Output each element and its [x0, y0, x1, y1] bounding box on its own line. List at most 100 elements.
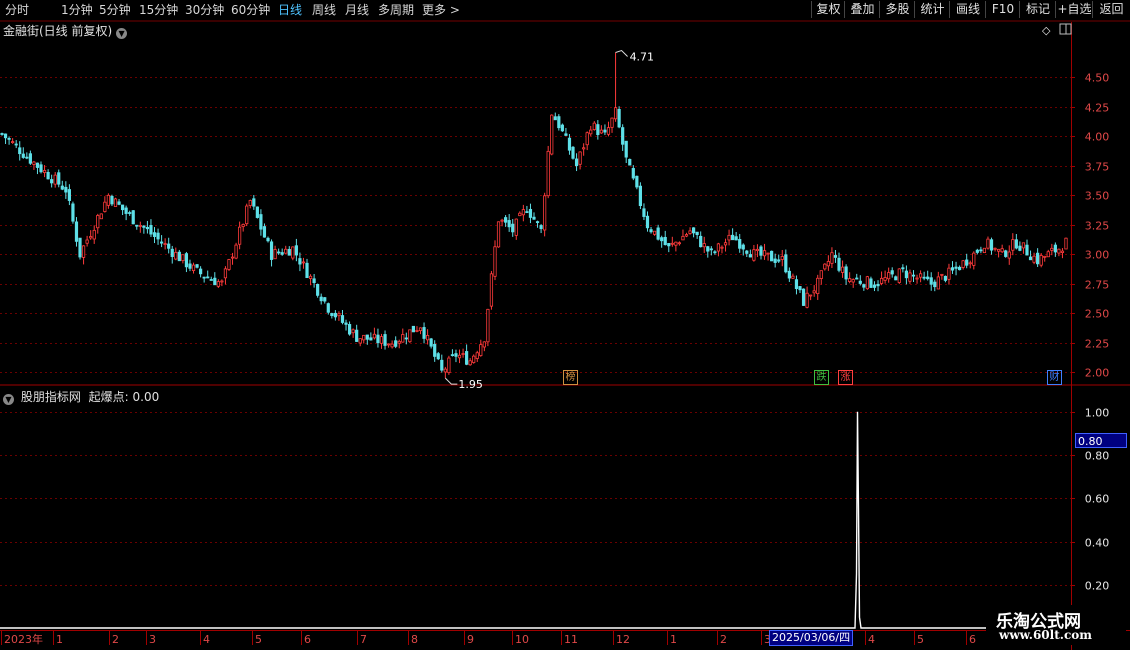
candle-body	[358, 338, 362, 344]
candle-body	[28, 153, 32, 164]
candle-body	[613, 107, 618, 120]
selected-value-badge: 0.80	[1075, 433, 1127, 448]
candle-body	[347, 324, 352, 335]
candle-body	[894, 276, 898, 281]
candle-body	[862, 284, 866, 288]
time-label: 5	[255, 633, 262, 646]
candle-body	[1060, 250, 1065, 253]
candle-body	[177, 251, 181, 262]
candle-body	[216, 281, 220, 287]
candle-body	[833, 255, 838, 258]
candle-body	[184, 253, 189, 268]
candle-body	[351, 329, 355, 334]
time-label: 4	[868, 633, 875, 646]
candle-body	[684, 234, 689, 237]
candle-body	[716, 243, 721, 252]
candle-body	[390, 343, 394, 348]
candle-body	[447, 357, 451, 374]
candle-body	[642, 208, 646, 217]
candle-body	[901, 267, 905, 270]
candle-body	[199, 268, 203, 275]
candle-body	[294, 245, 298, 256]
candle-body	[124, 207, 128, 214]
candle-body	[943, 275, 948, 281]
candle-body	[965, 259, 969, 266]
candle-body	[170, 248, 174, 257]
candle-body	[617, 109, 621, 128]
time-label: 6	[304, 633, 311, 646]
candle-body	[1014, 239, 1018, 249]
candle-body	[699, 235, 703, 248]
candles	[0, 52, 1068, 379]
candle-body	[631, 168, 635, 179]
candle-body	[610, 117, 614, 128]
candle-body	[245, 205, 249, 225]
candle-body	[670, 242, 674, 245]
candle-body	[801, 288, 806, 306]
candle-body	[578, 151, 582, 165]
candle-body	[1053, 244, 1057, 253]
candle-body	[741, 244, 745, 250]
candle-body	[131, 210, 135, 225]
price-tick-label: 4.50	[1085, 72, 1110, 85]
candle-body	[312, 278, 316, 284]
candle-body	[238, 226, 242, 245]
event-marker-0[interactable]: 榜	[563, 370, 578, 385]
low-marker	[444, 377, 458, 385]
candle-body	[933, 281, 937, 288]
time-label: 11	[564, 633, 578, 646]
candle-body	[667, 243, 671, 247]
candle-body	[982, 247, 987, 254]
candle-body	[596, 124, 600, 136]
candle-body	[1021, 242, 1026, 249]
candle-body	[1032, 255, 1036, 263]
candle-body	[191, 264, 196, 272]
candle-body	[71, 203, 75, 222]
candle-body	[723, 242, 728, 246]
event-marker-3[interactable]: 财	[1047, 370, 1062, 385]
candle-body	[773, 258, 777, 263]
candle-body	[518, 212, 522, 217]
candle-body	[638, 185, 643, 206]
candle-body	[408, 329, 412, 343]
event-marker-2[interactable]: 涨	[838, 370, 853, 385]
chart-canvas[interactable]: 4.50 4.25 4.00 3.75 3.50 3.25 3.00 2.75 2.50 2.25…	[0, 0, 1130, 650]
low-label: 1.95	[458, 378, 483, 391]
event-marker-1[interactable]: 跌	[814, 370, 829, 385]
candle-body	[337, 313, 341, 317]
candle-body	[159, 241, 164, 244]
candle-body	[394, 340, 398, 347]
candle-body	[81, 245, 86, 258]
candle-body	[986, 238, 990, 249]
candle-body	[241, 224, 245, 227]
candle-body	[64, 186, 68, 193]
candle-body	[521, 209, 525, 216]
candle-body	[950, 267, 955, 271]
candle-body	[911, 274, 916, 277]
candle-body	[989, 239, 994, 251]
candle-body	[720, 246, 724, 249]
candle-body	[223, 268, 228, 279]
candle-body	[663, 236, 667, 246]
candle-body	[220, 280, 224, 283]
candle-body	[117, 201, 121, 205]
candle-body	[252, 198, 256, 207]
candle-body	[1039, 255, 1043, 266]
candle-body	[422, 327, 426, 339]
candle-body	[89, 236, 93, 239]
candle-body	[326, 303, 330, 313]
candle-body	[433, 343, 437, 357]
candle-body	[110, 195, 114, 205]
time-label: 10	[515, 633, 529, 646]
candle-body	[440, 359, 444, 371]
candle-body	[397, 340, 401, 344]
candle-body	[369, 337, 373, 341]
diamond-icon: ◇	[1042, 24, 1051, 37]
candle-body	[103, 201, 107, 212]
candle-body	[695, 231, 699, 236]
candle-body	[922, 276, 926, 279]
candle-body	[748, 254, 752, 258]
candle-body	[752, 249, 756, 261]
candle-body	[50, 179, 54, 184]
candle-body	[145, 226, 150, 230]
